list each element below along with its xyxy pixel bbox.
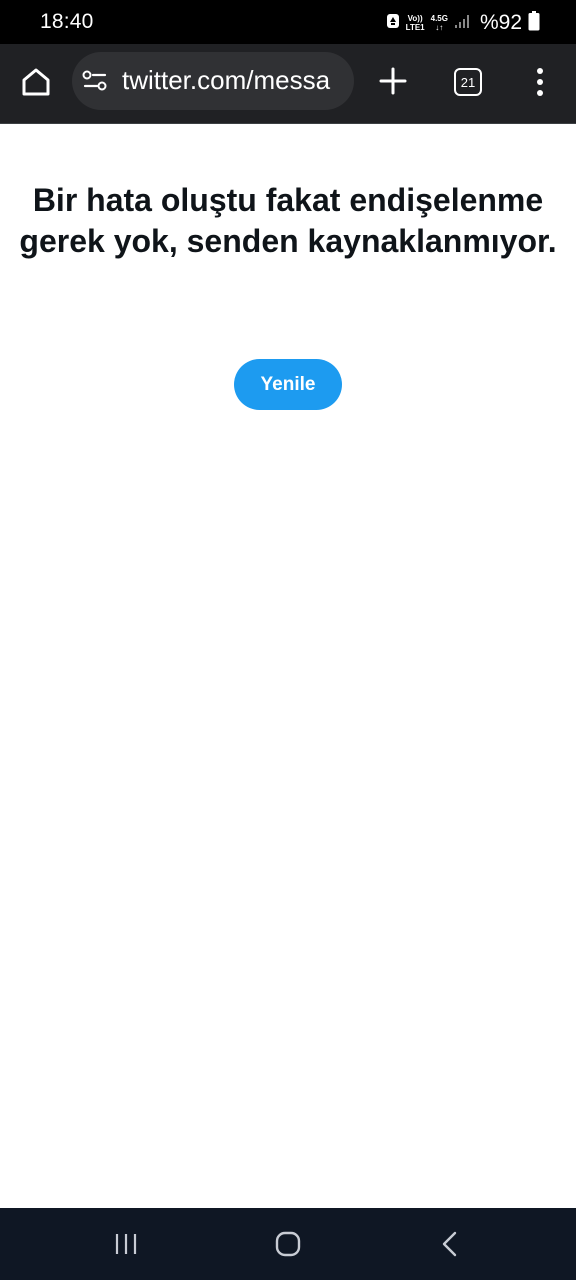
tab-switcher-button[interactable]: 21 [454,68,482,96]
lte-label: LTE1 [405,23,425,32]
home-nav-button[interactable] [268,1228,308,1260]
plus-icon [379,67,407,95]
url-text[interactable]: twitter.com/messa [122,65,330,96]
home-nav-icon [275,1231,301,1257]
more-vert-icon [537,68,543,96]
data-saver-icon [386,13,400,34]
recent-apps-button[interactable] [106,1228,146,1260]
tab-count: 21 [460,74,476,90]
battery-icon [528,10,540,36]
new-tab-button[interactable] [376,64,410,98]
data-arrows-icon: ↓↑ [435,23,444,32]
back-button[interactable] [430,1228,470,1260]
site-settings-icon[interactable] [82,69,108,93]
status-indicators: Vo)) LTE1 4.5G ↓↑ %92 [386,10,540,36]
error-message: Bir hata oluştu fakat endişelenme gerek … [19,182,557,259]
home-icon [22,68,50,96]
status-bar: 18:40 Vo)) LTE1 4.5G ↓↑ %92 [0,0,576,44]
network-type-label: 4.5G [430,14,448,23]
system-nav-bar [0,1208,576,1280]
recent-apps-icon [115,1234,137,1254]
retry-button[interactable]: Yenile [234,359,342,410]
volte-label: Vo)) [407,14,423,23]
network-type-indicator: 4.5G ↓↑ [431,14,448,32]
status-time: 18:40 [40,10,94,33]
back-icon [442,1231,457,1257]
home-button[interactable] [16,62,56,102]
volte-indicator: Vo)) LTE1 [406,14,425,32]
address-bar[interactable]: twitter.com/messa [72,52,354,110]
signal-icon [454,13,470,34]
browser-menu-button[interactable] [528,62,552,102]
browser-toolbar: twitter.com/messa 21 [0,44,576,124]
battery-percent: %92 [479,11,522,34]
